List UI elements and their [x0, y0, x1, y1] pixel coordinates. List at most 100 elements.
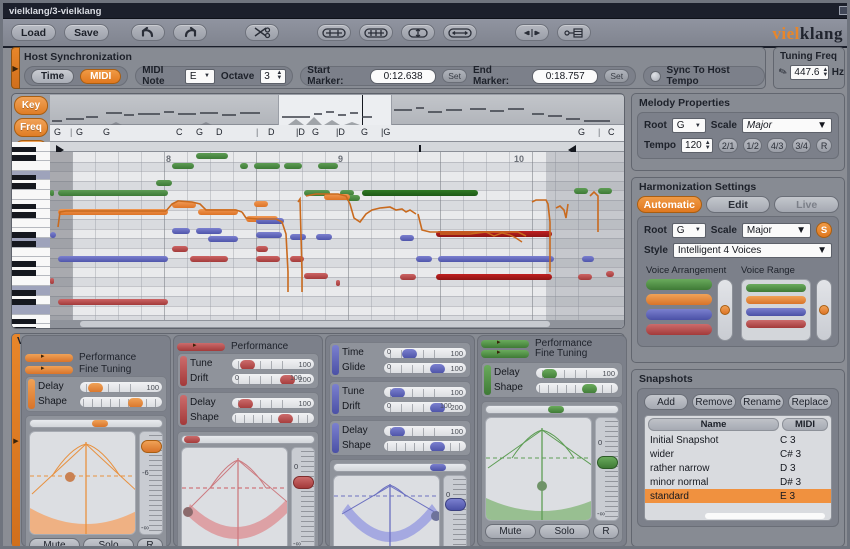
voice-arrangement-bars[interactable] — [646, 279, 712, 341]
expand-arrow-icon[interactable] — [25, 354, 73, 362]
voice-range-bars[interactable] — [741, 279, 811, 341]
snapshot-remove-button[interactable]: Remove — [692, 394, 736, 410]
start-marker-field[interactable]: 0:12.638 — [370, 69, 436, 84]
view-freq-button[interactable]: Freq — [14, 118, 48, 137]
fader-knob[interactable] — [141, 440, 162, 453]
group-tab[interactable] — [28, 379, 35, 409]
snapshot-add-button[interactable]: Add — [644, 394, 688, 410]
voice4-solo-button[interactable]: Solo — [539, 524, 590, 539]
voice-settings-collapse-handle[interactable]: ▶ — [12, 334, 20, 548]
harm-scale-select[interactable]: Major ▼ — [742, 223, 811, 238]
slider-knob[interactable] — [128, 398, 143, 408]
column-header-name[interactable]: Name — [648, 418, 779, 431]
voice1-mute-button[interactable]: Mute — [29, 538, 80, 549]
voice2-performance-header[interactable]: Performance — [177, 341, 319, 352]
group-tab[interactable] — [180, 356, 187, 386]
voice-bar-green[interactable] — [646, 279, 712, 290]
time-slider[interactable]: 0 100 — [383, 347, 467, 359]
slider-knob[interactable] — [402, 349, 417, 359]
tempo-ratio-3-4[interactable]: 3/4 — [792, 138, 811, 153]
delay-slider[interactable]: 100 — [231, 397, 315, 409]
tune-slider[interactable]: 100 — [231, 358, 315, 370]
load-button[interactable]: Load — [11, 24, 56, 41]
tempo-reset-button[interactable]: R — [816, 138, 832, 153]
table-row[interactable]: Initial Snapshot C 3 — [645, 433, 831, 447]
expand-arrow-icon[interactable] — [177, 343, 225, 351]
tune-slider[interactable]: 100 — [383, 386, 467, 398]
tempo-ratio-1-2[interactable]: 1/2 — [743, 138, 762, 153]
slider-knob[interactable] — [390, 388, 405, 398]
voice4-record-button[interactable]: R — [593, 524, 619, 539]
expand-arrow-icon[interactable] — [25, 366, 73, 374]
pan-knob[interactable] — [92, 420, 108, 427]
slider-knob[interactable] — [430, 442, 445, 452]
pan-knob[interactable] — [548, 406, 564, 413]
fader-knob[interactable] — [293, 476, 314, 489]
piano-roll-hscrollbar[interactable] — [50, 320, 624, 328]
voice1-volume-fader[interactable]: -6 -∞ — [139, 431, 163, 535]
delay-slider[interactable]: 100 — [79, 381, 163, 393]
voice-bar-orange[interactable] — [646, 294, 712, 305]
harm-s-button[interactable]: S — [816, 222, 832, 238]
voice1-finetuning-header[interactable]: Fine Tuning — [25, 364, 167, 375]
sync-host-tempo-radio[interactable] — [650, 71, 660, 82]
drift-slider[interactable]: 0 100 200 — [383, 401, 467, 413]
voice4-pan-slider[interactable] — [485, 405, 619, 414]
slider-knob[interactable] — [430, 364, 445, 374]
start-marker-set-button[interactable]: Set — [442, 69, 467, 83]
voice-range-slider[interactable] — [816, 279, 832, 341]
octave-stepper[interactable]: 3 ▲▼ — [260, 69, 286, 84]
fader-knob[interactable] — [597, 456, 618, 469]
voice4-stage-visual[interactable] — [485, 417, 592, 521]
snapshots-table[interactable]: Name MIDI Initial Snapshot C 3 wider C# … — [644, 415, 832, 521]
voice2-pan-slider[interactable] — [181, 435, 315, 444]
pan-knob[interactable] — [184, 436, 200, 443]
harm-root-select[interactable]: G ▼ — [672, 223, 706, 238]
slider-knob[interactable] — [240, 360, 255, 370]
snapshot-replace-button[interactable]: Replace — [788, 394, 832, 410]
table-row-selected[interactable]: standard E 3 — [645, 489, 831, 503]
scrollbar-thumb[interactable] — [80, 321, 550, 327]
mode-automatic-tab[interactable]: Automatic — [637, 196, 702, 213]
voice2-volume-fader[interactable]: 0 -∞ — [291, 447, 315, 549]
slider-knob[interactable] — [390, 427, 405, 437]
voice-bar-red[interactable] — [646, 324, 712, 335]
group-tab[interactable] — [332, 423, 339, 453]
expand-arrow-icon[interactable] — [481, 340, 529, 348]
stretch-horizontal-icon[interactable] — [443, 24, 477, 41]
drift-slider[interactable]: 0 100 200 — [231, 373, 315, 385]
sync-host-tempo-group[interactable]: Sync To Host Tempo — [643, 66, 765, 86]
piano-roll-grid[interactable]: 8 9 10 — [50, 152, 624, 329]
piano-keyboard[interactable] — [12, 142, 50, 329]
pan-knob[interactable] — [430, 464, 446, 471]
window-maximize-button[interactable] — [839, 6, 848, 15]
fader-knob[interactable] — [445, 498, 466, 511]
range-bar-blue[interactable] — [746, 308, 806, 316]
slider-knob[interactable] — [278, 414, 293, 424]
slider-knob[interactable] — [582, 384, 597, 394]
voice4-finetuning-header[interactable]: Fine Tuning — [481, 348, 587, 359]
voice4-mute-button[interactable]: Mute — [485, 524, 536, 539]
chord-track[interactable]: G | G G C G D | D |D G |D G |G G | C — [50, 125, 624, 142]
slider-knob[interactable] — [238, 399, 253, 409]
tempo-ratio-2-1[interactable]: 2/1 — [718, 138, 737, 153]
undo-icon[interactable] — [131, 24, 165, 41]
save-button[interactable]: Save — [64, 24, 109, 41]
melody-scale-select[interactable]: Major ▼ — [742, 118, 832, 133]
voice3-volume-fader[interactable]: 0 -∞ — [443, 475, 467, 549]
voice-arrangement-slider[interactable] — [717, 279, 733, 341]
slider-knob[interactable] — [542, 369, 557, 379]
harm-style-select[interactable]: Intelligent 4 Voices ▼ — [673, 243, 832, 258]
mode-edit-tab[interactable]: Edit — [706, 196, 771, 213]
group-tab[interactable] — [484, 365, 491, 395]
delay-slider[interactable]: 100 — [535, 367, 619, 379]
expand-arrow-icon[interactable] — [481, 350, 529, 358]
slider-knob[interactable] — [88, 383, 103, 393]
midi-mode-toggle[interactable]: MIDI — [80, 69, 121, 84]
waveform-overview[interactable] — [50, 95, 624, 125]
split-segment-icon[interactable] — [359, 24, 393, 41]
split-horizontal-icon[interactable] — [317, 24, 351, 41]
stretch-vertical-icon[interactable] — [401, 24, 435, 41]
list-settings-icon[interactable] — [557, 24, 591, 41]
snapshot-rename-button[interactable]: Rename — [740, 394, 784, 410]
